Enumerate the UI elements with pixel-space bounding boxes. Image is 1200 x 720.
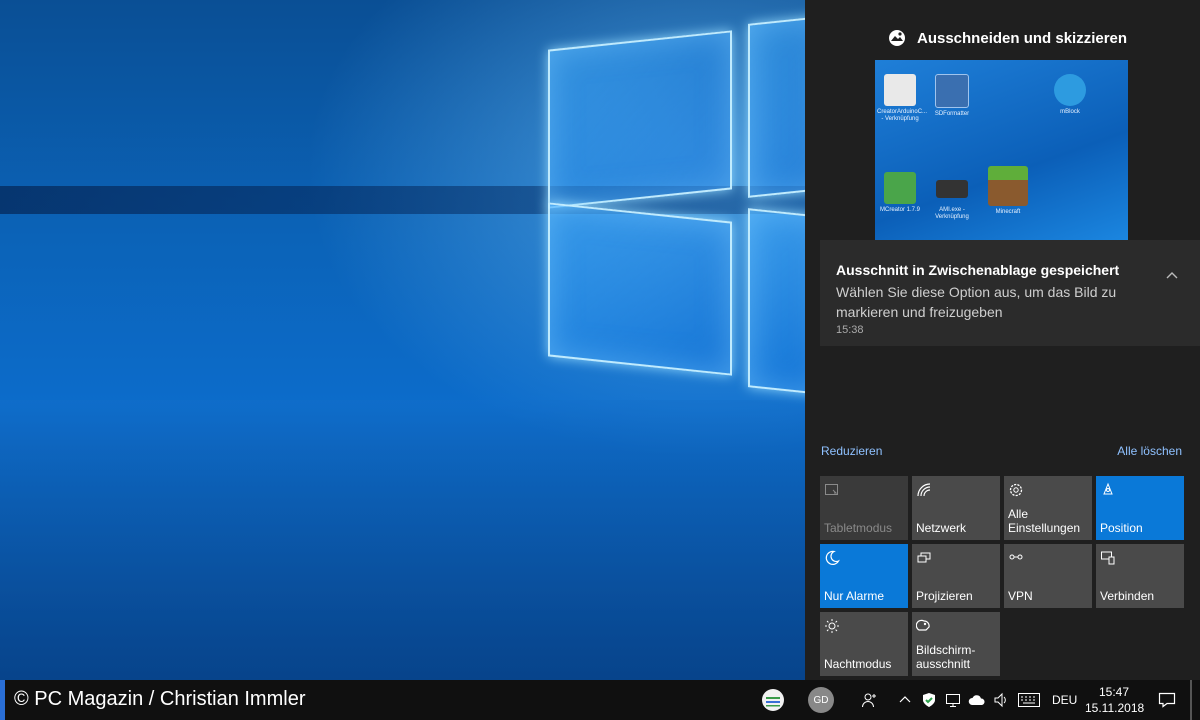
mblock-panda-icon [1054,74,1086,106]
tile-tablet-mode[interactable]: Tabletmodus [820,476,908,540]
thumbnail-icon-label: CreatorArduinoC... - Verknüpfung [877,109,928,122]
thumbnail-icon-label: SDFormatter [934,111,970,117]
clear-all-button[interactable]: Alle löschen [1117,444,1182,458]
tile-vpn[interactable]: VPN [1004,544,1092,608]
minecraft-grass-block-icon [988,166,1028,206]
sun-icon [825,619,839,633]
monitor-network-icon [946,694,960,707]
chevron-up-icon [899,696,911,703]
snip-title: Ausschneiden und skizzieren [917,29,1128,47]
taskbar: © PC Magazin / Christian Immler GD DEU 1 [0,680,1200,720]
java-icon [884,74,916,106]
snip-icon [916,619,930,631]
touch-keyboard-button[interactable] [1016,680,1042,720]
tile-label: Verbinden [1100,589,1155,603]
toast-title: Ausschnitt in Zwischenablage gespeichert [836,262,1120,278]
moon-icon [825,550,840,565]
wallpaper-window-pane [548,30,732,209]
tile-label: Position [1100,521,1143,535]
avatar-initials: GD [808,687,834,713]
gear-icon [1009,483,1023,497]
tile-screen-snip[interactable]: Bildschirm-ausschnitt [912,612,1000,676]
tile-location[interactable]: Position [1096,476,1184,540]
vpn-icon [1009,554,1023,560]
people-button[interactable] [858,680,882,720]
tablet-icon [825,484,838,495]
input-language-indicator[interactable]: DEU [1052,693,1077,707]
volume-tray-icon[interactable] [990,680,1012,720]
onedrive-tray-icon[interactable] [966,680,988,720]
keyboard-icon [1018,693,1040,707]
shield-icon [923,693,935,707]
thumbnail-icon-label: Minecraft [995,209,1021,215]
tile-network[interactable]: Netzwerk [912,476,1000,540]
taskbar-app-icon[interactable] [758,680,788,720]
clipboard-toast[interactable]: Ausschnitt in Zwischenablage gespeichert… [820,240,1200,346]
thumbnail-icon-label: MCreator 1.7.9 [879,207,921,213]
tile-night-light[interactable]: Nachtmodus [820,612,908,676]
connect-icon [1101,551,1115,565]
wallpaper-window-pane [748,16,805,198]
tile-label: VPN [1008,589,1033,603]
speaker-icon [994,692,1006,708]
thumbnail-desktop-icon: Minecraft [985,166,1031,222]
snip-notification-header[interactable]: Ausschneiden und skizzieren [887,28,1127,48]
tile-label: Projizieren [916,589,973,603]
snip-sketch-icon [889,30,905,46]
tile-label: Nur Alarme [824,589,885,603]
wallpaper-window-pane [548,202,732,376]
collapse-button[interactable]: Reduzieren [821,444,882,458]
show-desktop-button[interactable] [1190,680,1192,720]
app-globe-icon [762,689,784,711]
snip-thumbnail[interactable]: CreatorArduinoC... - Verknüpfung SDForma… [875,60,1128,240]
thumbnail-desktop-icon: MCreator 1.7.9 [877,172,923,228]
network-icon [917,483,931,497]
thumbnail-desktop-icon: SDFormatter [929,74,975,130]
wallpaper-floor [0,400,805,680]
tile-label: Netzwerk [916,521,967,535]
tile-label: Bildschirm-ausschnitt [916,643,976,671]
wallpaper-window-pane [748,208,805,395]
tile-connect[interactable]: Verbinden [1096,544,1184,608]
chip-icon [936,180,968,198]
project-icon [917,552,931,563]
tile-label: Alle Einstellungen [1008,507,1081,535]
user-avatar[interactable]: GD [806,680,836,720]
tile-label: Tabletmodus [824,521,893,535]
notification-icon [1158,692,1176,708]
chevron-up-icon[interactable] [1166,270,1178,282]
thumbnail-desktop-icon: AMI.exe - Verknüpfung [929,172,975,228]
start-button-edge[interactable] [0,680,5,720]
toast-time: 15:38 [836,324,864,336]
thumbnail-desktop-icon: mBlock [1047,74,1093,130]
clock-date: 15.11.2018 [1085,701,1145,715]
clock-time: 15:47 [1098,685,1130,699]
action-center-button[interactable] [1154,680,1180,720]
tile-label: Nachtmodus [824,657,892,671]
defender-tray-icon[interactable] [918,680,940,720]
sd-card-icon [935,74,969,108]
tile-project[interactable]: Projizieren [912,544,1000,608]
tile-quiet-hours[interactable]: Nur Alarme [820,544,908,608]
action-center: Ausschneiden und skizzieren CreatorArdui… [805,0,1200,680]
people-icon [862,693,876,708]
cloud-icon [968,695,985,705]
tile-all-settings[interactable]: Alle Einstellungen [1004,476,1092,540]
copyright-watermark: © PC Magazin / Christian Immler [14,688,306,710]
thumbnail-icon-label: AMI.exe - Verknüpfung [935,207,969,220]
thumbnail-desktop-icon: CreatorArduinoC... - Verknüpfung [877,74,927,130]
mcreator-icon [884,172,916,204]
location-icon [1103,482,1113,495]
thumbnail-icon-label: mBlock [1060,109,1080,115]
network-tray-icon[interactable] [942,680,964,720]
toast-body: Wählen Sie diese Option aus, um das Bild… [836,284,1117,320]
desktop-wallpaper [0,0,805,680]
taskbar-clock[interactable]: 15:47 15.11.2018 [1085,684,1145,716]
show-hidden-icons-button[interactable] [896,680,914,720]
